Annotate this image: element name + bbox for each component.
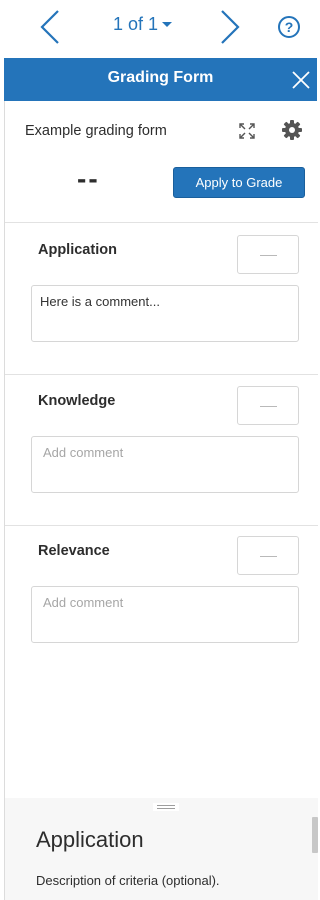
criterion-name: Relevance bbox=[38, 543, 110, 559]
total-score: -- bbox=[77, 163, 100, 194]
criterion-application: Application Here is a comment... bbox=[5, 224, 318, 375]
resize-handle[interactable] bbox=[153, 803, 179, 811]
description-title: Application bbox=[36, 827, 144, 852]
question-icon: ? bbox=[284, 19, 294, 35]
panel-title: Grading Form bbox=[107, 69, 214, 86]
close-icon bbox=[292, 71, 310, 89]
next-button[interactable] bbox=[218, 8, 242, 46]
criterion-comment-field[interactable] bbox=[31, 436, 299, 493]
gear-icon bbox=[282, 120, 302, 140]
empty-score-dash bbox=[260, 556, 277, 557]
caret-down-icon bbox=[162, 21, 173, 27]
criterion-score-input[interactable] bbox=[237, 536, 299, 575]
criterion-relevance: Relevance bbox=[5, 525, 318, 676]
criterion-name: Knowledge bbox=[38, 393, 116, 409]
close-button[interactable] bbox=[291, 70, 311, 90]
pager-bar: 1 of 1 ? bbox=[0, 0, 317, 54]
criterion-description-pane: Application Description of criteria (opt… bbox=[5, 798, 318, 900]
description-text: Description of criteria (optional). bbox=[36, 873, 220, 888]
criterion-score-input[interactable] bbox=[237, 235, 299, 274]
form-name: Example grading form bbox=[25, 123, 167, 139]
page-indicator-label: 1 of 1 bbox=[113, 14, 159, 34]
scrollbar-thumb[interactable] bbox=[312, 817, 318, 853]
chevron-right-icon bbox=[221, 10, 240, 44]
empty-score-dash bbox=[260, 255, 277, 256]
empty-score-dash bbox=[260, 406, 277, 407]
criterion-comment-field[interactable] bbox=[31, 586, 299, 643]
page-selector[interactable]: 1 of 1 bbox=[113, 14, 173, 35]
criterion-knowledge: Knowledge bbox=[5, 375, 318, 526]
apply-to-grade-button[interactable]: Apply to Grade bbox=[173, 167, 305, 198]
help-button[interactable]: ? bbox=[278, 16, 300, 38]
chevron-left-icon bbox=[40, 10, 59, 44]
settings-button[interactable] bbox=[281, 119, 303, 141]
grading-form-panel: Example grading form -- Apply to Grade A… bbox=[4, 101, 318, 900]
criterion-score-input[interactable] bbox=[237, 386, 299, 425]
criterion-comment-field[interactable]: Here is a comment... bbox=[31, 285, 299, 342]
form-summary: Example grading form -- Apply to Grade bbox=[5, 101, 318, 223]
expand-icon bbox=[239, 123, 255, 139]
expand-button[interactable] bbox=[237, 121, 257, 141]
previous-button[interactable] bbox=[38, 8, 62, 46]
criterion-name: Application bbox=[38, 242, 117, 258]
panel-header: Grading Form bbox=[4, 58, 317, 101]
